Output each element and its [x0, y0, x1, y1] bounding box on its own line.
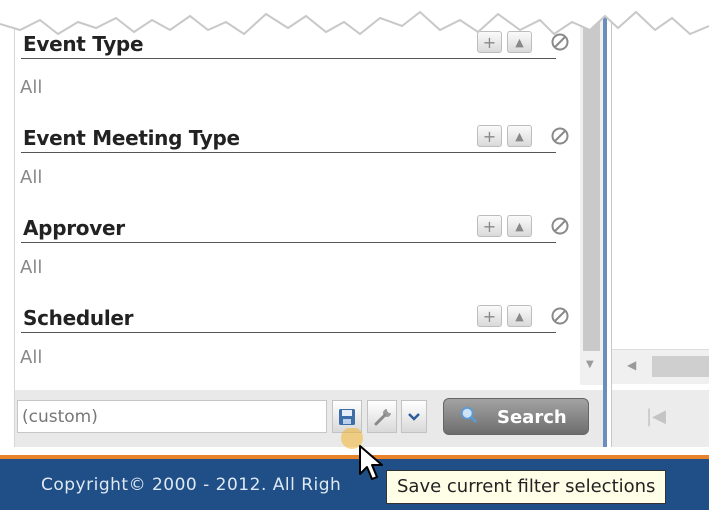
- filter-header-event-meeting-type[interactable]: Event Meeting Type + ▲: [21, 124, 569, 153]
- add-filter-button[interactable]: +: [477, 125, 502, 147]
- panel-splitter[interactable]: [603, 0, 607, 447]
- scroll-left-icon[interactable]: ◀: [627, 358, 636, 372]
- first-page-icon[interactable]: |◀: [646, 406, 666, 427]
- wrench-icon: [374, 409, 391, 426]
- add-filter-button[interactable]: +: [477, 215, 502, 237]
- filter-value: All: [20, 167, 43, 188]
- add-filter-button[interactable]: +: [477, 305, 502, 327]
- screenshot-frame: Event Type + ▲ All Event Meeting Type + …: [0, 0, 709, 510]
- filter-title: Event Meeting Type: [23, 126, 240, 150]
- filter-toolbar: (custom) Search: [15, 390, 605, 447]
- copyright-text: Copyright© 2000 - 2012. All Righ: [41, 475, 342, 495]
- filter-options-dropdown[interactable]: [401, 400, 427, 433]
- torn-edge: [0, 0, 709, 36]
- collapse-filter-button[interactable]: ▲: [507, 215, 532, 237]
- saved-filter-field[interactable]: (custom): [17, 400, 327, 433]
- scroll-down-icon[interactable]: ▼: [586, 359, 594, 370]
- mouse-cursor-icon: [341, 428, 383, 480]
- collapse-filter-button[interactable]: ▲: [507, 305, 532, 327]
- filter-header-scheduler[interactable]: Scheduler + ▲: [21, 304, 569, 333]
- horizontal-scrollbar[interactable]: ◀: [612, 349, 709, 384]
- no-symbol-icon[interactable]: [550, 216, 570, 236]
- no-symbol-icon[interactable]: [550, 126, 570, 146]
- filter-value: All: [20, 77, 43, 98]
- scrollbar-thumb[interactable]: [652, 356, 709, 377]
- magnifier-icon: [460, 406, 478, 424]
- filter-title: Approver: [23, 216, 125, 240]
- search-button[interactable]: Search: [443, 398, 589, 435]
- filter-value: All: [20, 257, 43, 278]
- collapse-filter-button[interactable]: ▲: [507, 125, 532, 147]
- chevron-down-icon: [408, 413, 420, 421]
- save-icon: [339, 409, 355, 425]
- search-button-label: Search: [497, 407, 567, 428]
- filter-panel: Event Type + ▲ All Event Meeting Type + …: [14, 0, 605, 447]
- filter-value: All: [20, 347, 43, 368]
- no-symbol-icon[interactable]: [550, 306, 570, 326]
- save-tooltip: Save current filter selections: [386, 470, 667, 504]
- filter-title: Scheduler: [23, 306, 134, 330]
- filter-header-approver[interactable]: Approver + ▲: [21, 214, 569, 243]
- pager-bar: |◀: [612, 390, 709, 447]
